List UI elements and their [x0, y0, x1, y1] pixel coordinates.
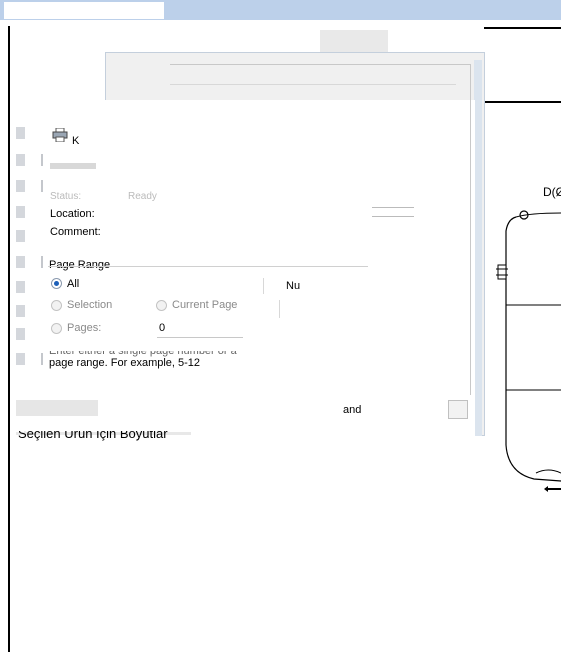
printer-field-placeholder [50, 163, 96, 169]
gutter-marker [41, 353, 43, 365]
page-range-hint-line2: page range. For example, 5-12 [49, 357, 201, 369]
page-range-pages-radio[interactable] [51, 323, 62, 334]
printer-group-frame [170, 64, 471, 395]
comment-field-edge [372, 216, 414, 217]
copies-label: Nu [286, 280, 301, 292]
print-dialog-right-edge [474, 60, 482, 436]
gutter-marker [41, 256, 43, 268]
gutter-marker [16, 328, 25, 340]
page-range-legend: Page Range [49, 259, 111, 271]
range-copies-separator [263, 278, 264, 294]
diameter-label: D(Ø [543, 185, 561, 199]
pages-input[interactable] [157, 320, 243, 338]
dialog-corner-button[interactable] [448, 400, 468, 419]
page-range-pages-label[interactable]: Pages: [67, 322, 101, 334]
document-rule-top [484, 27, 561, 29]
printer-group-divider [170, 84, 456, 85]
gutter-marker [41, 154, 43, 166]
titlebar-title-area [4, 2, 164, 19]
gutter-marker [16, 281, 25, 293]
status-label: Status: [50, 191, 82, 202]
gutter-marker [16, 180, 25, 192]
gutter-marker [16, 305, 25, 317]
gutter-marker [16, 154, 25, 166]
location-label: Location: [50, 208, 95, 220]
page-range-current-page-label[interactable]: Current Page [172, 299, 237, 311]
tank-drawing [496, 210, 561, 492]
page-range-selection-radio[interactable] [51, 300, 62, 311]
gutter-marker [16, 256, 25, 268]
gutter-marker [16, 230, 25, 242]
page-range-current-page-radio[interactable] [156, 300, 167, 311]
printer-name[interactable]: K [72, 135, 79, 147]
status-value: Ready [128, 191, 157, 202]
range-copies-separator [279, 300, 280, 318]
gutter-marker [41, 180, 43, 192]
comment-label: Comment: [50, 226, 101, 238]
location-field-edge [372, 207, 414, 208]
page-range-selection-label[interactable]: Selection [67, 299, 112, 311]
printer-icon [52, 128, 68, 142]
window-titlebar [0, 0, 561, 20]
page-range-all-radio[interactable] [51, 278, 62, 289]
dialog-and-text: and [343, 404, 362, 416]
document-rule-middle [484, 101, 561, 103]
page-range-group-border [48, 266, 368, 267]
pages-input-value: 0 [159, 322, 166, 334]
dialog-tab-strip [320, 30, 388, 52]
gutter-marker [16, 127, 25, 139]
page-range-all-label[interactable]: All [67, 278, 79, 290]
dialog-button-stub[interactable] [16, 400, 98, 416]
gutter-marker [16, 353, 25, 365]
document-left-border [8, 26, 10, 652]
gutter-marker [16, 206, 25, 218]
